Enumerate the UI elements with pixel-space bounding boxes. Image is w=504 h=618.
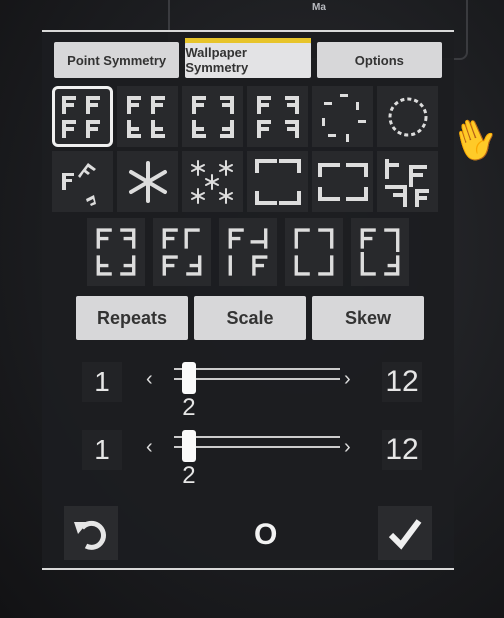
symmetry-option-pmm[interactable] (87, 218, 145, 286)
slider-thumb[interactable] (181, 430, 196, 462)
background-label: Ma (312, 2, 326, 13)
scale-button[interactable]: Scale (194, 296, 306, 340)
symmetry-option-p6[interactable] (117, 151, 178, 212)
slider-min-label: 1 (82, 430, 122, 470)
f-square-icon (254, 158, 301, 205)
f-pattern-icon (96, 228, 136, 276)
chevron-left-icon[interactable]: ‹ (146, 436, 153, 459)
symmetry-option-cmm[interactable] (285, 218, 343, 286)
tab-options[interactable]: Options (316, 42, 442, 78)
f-pattern-icon (384, 158, 429, 207)
symmetry-row-2 (52, 151, 444, 212)
symmetry-option-p4g[interactable] (312, 151, 373, 212)
repeats-button[interactable]: Repeats (76, 296, 188, 340)
repeats-slider-2: 1 ‹ 2 › 12 (82, 430, 422, 490)
symmetry-option-p8[interactable] (377, 86, 438, 147)
slider-track[interactable] (174, 436, 340, 448)
slider-value: 2 (182, 394, 196, 421)
symmetry-option-pgg[interactable] (377, 151, 438, 212)
slider-track[interactable] (174, 368, 340, 380)
confirm-button[interactable] (378, 506, 432, 560)
snowflake-pattern-icon (190, 159, 233, 204)
chevron-left-icon[interactable]: ‹ (146, 368, 153, 391)
slider-value: 2 (182, 462, 196, 489)
rotation-ring-icon (388, 97, 427, 136)
tab-wallpaper-symmetry[interactable]: Wallpaper Symmetry (185, 38, 311, 78)
f-rotation-icon (61, 162, 96, 206)
f-pattern-icon (61, 95, 100, 138)
symmetry-panel: Point Symmetry Wallpaper Symmetry Option… (42, 30, 454, 570)
undo-icon (74, 520, 106, 550)
parameter-buttons: Repeats Scale Skew (76, 296, 424, 340)
f-pattern-icon (162, 228, 202, 276)
tab-point-symmetry[interactable]: Point Symmetry (54, 42, 180, 78)
slider-max-label: 12 (382, 362, 422, 402)
rotation-ring-icon (321, 93, 366, 142)
symmetry-grid (52, 86, 444, 290)
f-square-icon (317, 162, 368, 201)
footer-bar: O (64, 506, 454, 564)
check-icon (388, 519, 422, 550)
symmetry-option-pg[interactable] (182, 86, 243, 147)
f-pattern-icon (256, 95, 299, 138)
symmetry-option-pm[interactable] (117, 86, 178, 147)
symmetry-row-1 (52, 86, 444, 147)
symmetry-option-p2[interactable] (219, 218, 277, 286)
f-pattern-icon (228, 228, 268, 276)
repeats-slider-1: 1 ‹ 2 › 12 (82, 362, 422, 422)
skew-button[interactable]: Skew (312, 296, 424, 340)
vr-scene: Ma ✋ Point Symmetry Wallpaper Symmetry O… (0, 0, 504, 618)
chevron-right-icon[interactable]: › (344, 436, 351, 459)
symmetry-option-cm[interactable] (247, 86, 308, 147)
chevron-right-icon[interactable]: › (344, 368, 351, 391)
slider-min-label: 1 (82, 362, 122, 402)
symmetry-row-3 (52, 218, 444, 286)
slider-thumb[interactable] (181, 362, 196, 394)
symmetry-option-pmg[interactable] (153, 218, 211, 286)
center-label[interactable]: O (254, 518, 277, 552)
symmetry-option-p31m[interactable] (351, 218, 409, 286)
f-bracket-icon (294, 228, 334, 276)
symmetry-option-p4[interactable] (312, 86, 373, 147)
f-pattern-icon (126, 95, 165, 138)
slider-max-label: 12 (382, 430, 422, 470)
undo-button[interactable] (64, 506, 118, 560)
symmetry-option-p6m[interactable] (182, 151, 243, 212)
symmetry-option-p1[interactable] (52, 86, 113, 147)
f-pattern-icon (191, 95, 234, 138)
symmetry-option-p4m[interactable] (247, 151, 308, 212)
f-bracket-icon (360, 228, 400, 276)
symmetry-option-p3[interactable] (52, 151, 113, 212)
tab-bar: Point Symmetry Wallpaper Symmetry Option… (54, 38, 442, 78)
snowflake-icon (128, 160, 167, 203)
